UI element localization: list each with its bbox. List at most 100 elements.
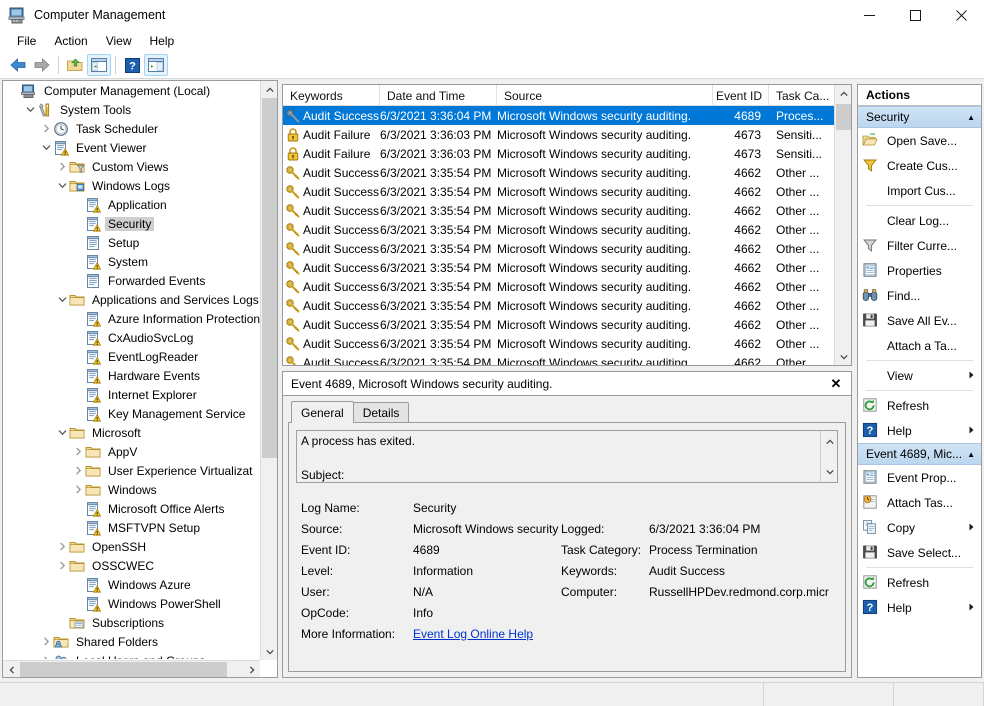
chevron-right-icon[interactable] — [55, 539, 69, 555]
forward-button[interactable] — [30, 54, 54, 76]
event-row[interactable]: Audit Success6/3/2021 3:35:54 PMMicrosof… — [283, 163, 835, 182]
event-row[interactable]: Audit Success6/3/2021 3:35:54 PMMicrosof… — [283, 220, 835, 239]
tree-item-cxaudiosvclog[interactable]: CxAudioSvcLog — [3, 328, 261, 347]
tree-hscrollbar-thumb[interactable] — [20, 662, 227, 677]
menu-item-help[interactable]: Help — [141, 32, 184, 50]
event-list-rows[interactable]: Audit Success6/3/2021 3:36:04 PMMicrosof… — [283, 106, 835, 365]
collapse-caret-icon[interactable]: ▲ — [967, 113, 975, 122]
chevron-down-icon[interactable] — [55, 178, 69, 194]
event-description-box[interactable]: A process has exited. Subject: — [296, 430, 838, 483]
action-item-properties[interactable]: Properties — [858, 258, 981, 283]
event-list-vertical-scrollbar[interactable] — [834, 85, 851, 365]
menu-item-view[interactable]: View — [97, 32, 141, 50]
chevron-right-icon[interactable] — [71, 444, 85, 460]
actions-group-header[interactable]: Security▲ — [858, 106, 981, 128]
show-hide-action-pane-button[interactable] — [144, 54, 168, 76]
close-icon[interactable]: ✕ — [827, 375, 845, 393]
event-log-online-help-link[interactable]: Event Log Online Help — [413, 627, 533, 641]
action-item-refresh[interactable]: Refresh — [858, 570, 981, 595]
tree-item-event-viewer[interactable]: Event Viewer — [3, 138, 261, 157]
chevron-right-icon[interactable] — [39, 121, 53, 137]
tree-item-setup[interactable]: Setup — [3, 233, 261, 252]
event-row[interactable]: Audit Success6/3/2021 3:35:54 PMMicrosof… — [283, 201, 835, 220]
event-row[interactable]: Audit Success6/3/2021 3:35:54 PMMicrosof… — [283, 296, 835, 315]
tree-scroll-right-arrow[interactable] — [243, 661, 260, 678]
tree-item-windows-powershell[interactable]: Windows PowerShell — [3, 594, 261, 613]
column-header-date-and-time[interactable]: Date and Time — [380, 85, 497, 106]
event-row[interactable]: Audit Success6/3/2021 3:35:54 PMMicrosof… — [283, 315, 835, 334]
event-row[interactable]: Audit Success6/3/2021 3:36:04 PMMicrosof… — [283, 106, 835, 125]
action-item-view[interactable]: View — [858, 363, 981, 388]
action-item-create-cus[interactable]: Create Cus... — [858, 153, 981, 178]
help-button[interactable]: ? — [120, 54, 144, 76]
action-item-import-cus[interactable]: Import Cus... — [858, 178, 981, 203]
tree-item-internet-explorer[interactable]: Internet Explorer — [3, 385, 261, 404]
tree-item-computer-management-local[interactable]: Computer Management (Local) — [3, 81, 261, 100]
action-item-refresh[interactable]: Refresh — [858, 393, 981, 418]
tree-item-azure-information-protection[interactable]: Azure Information Protection — [3, 309, 261, 328]
event-row[interactable]: Audit Success6/3/2021 3:35:54 PMMicrosof… — [283, 277, 835, 296]
tree-item-msftvpn-setup[interactable]: MSFTVPN Setup — [3, 518, 261, 537]
chevron-right-icon[interactable] — [39, 653, 53, 660]
chevron-right-icon[interactable] — [71, 463, 85, 479]
tree-item-forwarded-events[interactable]: Forwarded Events — [3, 271, 261, 290]
event-row[interactable]: Audit Success6/3/2021 3:35:54 PMMicrosof… — [283, 258, 835, 277]
list-scroll-down-arrow[interactable] — [835, 348, 852, 365]
action-item-filter-curre[interactable]: Filter Curre... — [858, 233, 981, 258]
chevron-down-icon[interactable] — [23, 102, 37, 118]
tree-item-key-management-service[interactable]: Key Management Service — [3, 404, 261, 423]
description-scroll-down-arrow[interactable] — [821, 463, 838, 480]
tree-item-windows[interactable]: Windows — [3, 480, 261, 499]
tree-item-applications-and-services-logs[interactable]: Applications and Services Logs — [3, 290, 261, 309]
column-header-task-ca[interactable]: Task Ca... — [769, 85, 835, 106]
tree-item-system[interactable]: System — [3, 252, 261, 271]
back-button[interactable] — [6, 54, 30, 76]
description-scroll-up-arrow[interactable] — [821, 433, 838, 450]
minimize-button[interactable] — [846, 0, 892, 30]
chevron-right-icon[interactable] — [55, 159, 69, 175]
chevron-right-icon[interactable] — [71, 482, 85, 498]
event-row[interactable]: Audit Failure6/3/2021 3:36:03 PMMicrosof… — [283, 144, 835, 163]
tree-item-task-scheduler[interactable]: Task Scheduler — [3, 119, 261, 138]
chevron-right-icon[interactable] — [55, 558, 69, 574]
tree-item-windows-logs[interactable]: Windows Logs — [3, 176, 261, 195]
description-scrollbar[interactable] — [820, 431, 837, 482]
tree-item-appv[interactable]: AppV — [3, 442, 261, 461]
list-scroll-up-arrow[interactable] — [835, 85, 852, 102]
event-row[interactable]: Audit Success6/3/2021 3:35:54 PMMicrosof… — [283, 353, 835, 365]
action-item-open-save[interactable]: Open Save... — [858, 128, 981, 153]
tree-item-system-tools[interactable]: System Tools — [3, 100, 261, 119]
chevron-down-icon[interactable] — [55, 292, 69, 308]
action-item-clear-log[interactable]: Clear Log... — [858, 208, 981, 233]
action-item-help[interactable]: ?Help — [858, 418, 981, 443]
tree-scroll-up-arrow[interactable] — [261, 81, 278, 98]
action-item-attach-a-ta[interactable]: Attach a Ta... — [858, 333, 981, 358]
tree-vertical-scrollbar[interactable] — [260, 81, 277, 660]
action-item-save-all-ev[interactable]: Save All Ev... — [858, 308, 981, 333]
tab-details[interactable]: Details — [353, 402, 410, 423]
tree-item-osscwec[interactable]: OSSCWEC — [3, 556, 261, 575]
tree-item-microsoft-office-alerts[interactable]: Microsoft Office Alerts — [3, 499, 261, 518]
menu-item-file[interactable]: File — [8, 32, 45, 50]
show-hide-console-tree-button[interactable] — [87, 54, 111, 76]
tree-scrollbar-thumb[interactable] — [262, 98, 277, 458]
column-header-keywords[interactable]: Keywords — [283, 85, 380, 106]
tree-item-hardware-events[interactable]: Hardware Events — [3, 366, 261, 385]
maximize-button[interactable] — [892, 0, 938, 30]
chevron-down-icon[interactable] — [55, 425, 69, 441]
column-header-source[interactable]: Source — [497, 85, 713, 106]
action-item-save-select[interactable]: Save Select... — [858, 540, 981, 565]
column-header-event-id[interactable]: Event ID — [713, 85, 769, 106]
actions-group-header[interactable]: Event 4689, Mic...▲ — [858, 443, 981, 465]
action-item-copy[interactable]: Copy — [858, 515, 981, 540]
tree-item-subscriptions[interactable]: Subscriptions — [3, 613, 261, 632]
tree-item-application[interactable]: Application — [3, 195, 261, 214]
action-item-find[interactable]: Find... — [858, 283, 981, 308]
tree-item-microsoft[interactable]: Microsoft — [3, 423, 261, 442]
action-item-attach-tas[interactable]: Attach Tas... — [858, 490, 981, 515]
action-item-event-prop[interactable]: Event Prop... — [858, 465, 981, 490]
tree-item-user-experience-virtualizat[interactable]: User Experience Virtualizat — [3, 461, 261, 480]
event-row[interactable]: Audit Success6/3/2021 3:35:54 PMMicrosof… — [283, 182, 835, 201]
list-scrollbar-thumb[interactable] — [836, 104, 851, 130]
chevron-down-icon[interactable] — [39, 140, 53, 156]
